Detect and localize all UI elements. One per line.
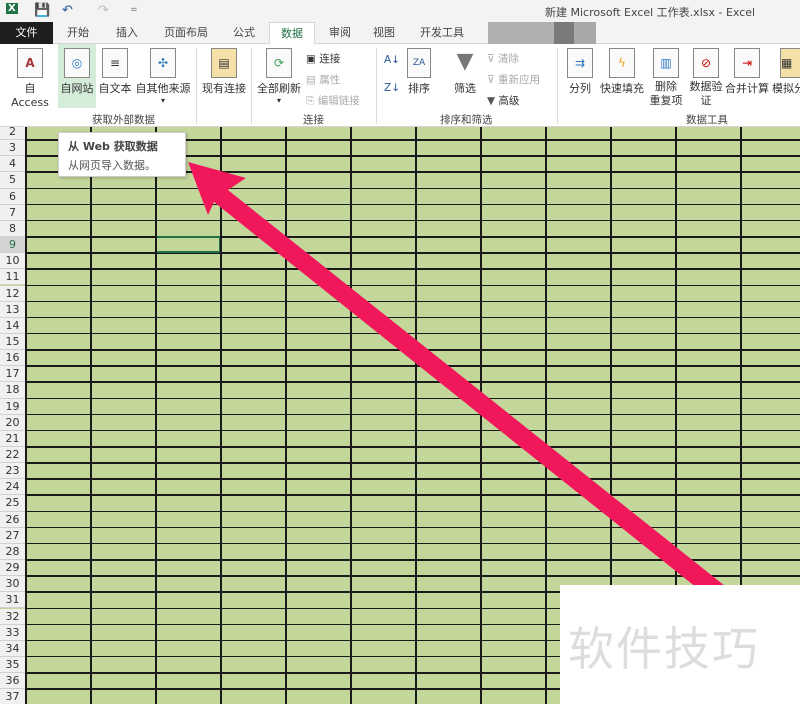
arrow-icon [188,162,730,600]
watermark-text: 软件技巧 [568,622,760,676]
watermark: 软件技巧 [560,585,800,704]
